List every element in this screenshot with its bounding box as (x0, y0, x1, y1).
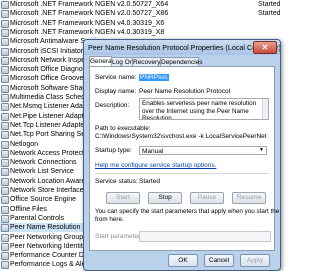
startup-type-value: Manual (142, 148, 164, 155)
service-name: Network List Service (10, 168, 74, 176)
gear-icon (1, 261, 9, 270)
start-button[interactable]: Start (106, 192, 140, 204)
description-box[interactable]: Enables serverless peer name resolution … (139, 98, 269, 120)
gear-icon (1, 252, 9, 261)
start-params-help-line1: You can specify the start parameters tha… (95, 208, 281, 215)
gear-icon (1, 214, 9, 223)
stop-button[interactable]: Stop (148, 192, 182, 204)
service-name: Offline Files (10, 205, 47, 213)
service-name: Office Source Engine (10, 196, 77, 204)
start-params-help: You can specify the start parameters tha… (95, 208, 281, 223)
start-params-help-line2: from here. (95, 215, 124, 223)
gear-icon (1, 19, 9, 28)
service-status: Started (258, 1, 280, 8)
service-name-label: Service name: (95, 74, 137, 81)
description-scrollbar[interactable] (262, 99, 268, 119)
apply-button[interactable]: Apply (240, 254, 270, 267)
service-name: Multimedia Class Schedule (10, 94, 95, 101)
service-name: Network Connections (10, 159, 77, 167)
service-name: Peer Networking Grouping (10, 233, 93, 241)
service-name: Microsoft .NET Framework NGEN v4.0.30319… (10, 19, 165, 27)
service-status: Started (258, 10, 280, 18)
gear-icon (1, 177, 9, 186)
service-row[interactable]: Microsoft .NET Framework NGEN v2.0.50727… (0, 9, 280, 19)
dialog-titlebar[interactable]: Peer Name Resolution Protocol Properties… (84, 40, 280, 55)
display-name-label: Display name: (95, 88, 137, 95)
ok-button[interactable]: OK (168, 254, 198, 267)
service-name: Microsoft Office Diagnostic (10, 66, 94, 74)
service-row[interactable]: Microsoft .NET Framework NGEN v2.0.50727… (0, 0, 280, 9)
gear-icon (1, 56, 9, 65)
gear-icon (1, 196, 9, 205)
service-name: Net.Pipe Listener Adapter (10, 112, 90, 120)
gear-icon (1, 47, 9, 56)
gear-icon (1, 10, 9, 19)
gear-icon (1, 205, 9, 214)
gear-icon (1, 224, 9, 233)
chevron-down-icon: ▼ (259, 147, 264, 153)
gear-icon (1, 75, 9, 84)
service-row[interactable]: Microsoft .NET Framework NGEN v4.0.30319… (0, 19, 280, 28)
close-button[interactable]: ✕ (253, 41, 277, 54)
gear-icon (1, 187, 9, 195)
cancel-button[interactable]: Cancel (204, 254, 234, 267)
gear-icon (1, 233, 9, 242)
gear-icon (1, 38, 9, 47)
service-name-text: PNRPsvc (139, 74, 169, 81)
service-status-value: Started (139, 178, 160, 185)
service-name: Microsoft .NET Framework NGEN v2.0.50727… (10, 1, 169, 8)
gear-icon (1, 94, 9, 102)
display-name-value: Peer Name Resolution Protocol (139, 88, 231, 95)
dialog-title: Peer Name Resolution Protocol Properties… (88, 43, 281, 52)
service-name: Net.Tcp Listener Adapter (10, 121, 87, 129)
service-properties-dialog: Peer Name Resolution Protocol Properties… (83, 39, 281, 271)
path-label: Path to executable: (95, 125, 151, 132)
gear-icon (1, 28, 9, 37)
gear-icon (1, 159, 9, 168)
gear-icon (1, 140, 9, 149)
separator (95, 173, 269, 174)
gear-icon (1, 242, 9, 251)
gear-icon (1, 1, 9, 9)
path-value: C:\Windows\System32\svchost.exe -k Local… (95, 133, 267, 140)
general-panel: Service name: PNRPsvc Display name: Peer… (89, 66, 281, 251)
gear-icon (1, 149, 9, 158)
description-label: Description: (95, 102, 130, 109)
service-name: Parental Controls (10, 214, 65, 222)
help-configure-link[interactable]: Help me configure service startup option… (95, 162, 216, 169)
resume-button[interactable]: Resume (232, 192, 266, 204)
start-params-label: Start parameters: (95, 233, 146, 240)
gear-icon (1, 168, 9, 177)
description-text: Enables serverless peer name resolution … (142, 100, 257, 120)
service-status-label: Service status: (95, 178, 138, 185)
service-row[interactable]: Microsoft .NET Framework NGEN v4.0.30319… (0, 28, 280, 37)
gear-icon (1, 112, 9, 121)
gear-icon (1, 131, 9, 140)
gear-icon (1, 121, 9, 130)
gear-icon (1, 103, 9, 112)
service-name-value[interactable]: PNRPsvc (139, 74, 169, 81)
startup-type-label: Startup type: (95, 147, 132, 154)
pause-button[interactable]: Pause (190, 192, 224, 204)
gear-icon (1, 84, 9, 93)
service-name: Netlogon (10, 140, 39, 148)
service-name: Performance Logs & Alerts (10, 261, 94, 269)
service-name: Microsoft .NET Framework NGEN v2.0.50727… (10, 10, 169, 18)
gear-icon (1, 66, 9, 75)
service-name: Microsoft .NET Framework NGEN v4.0.30319… (10, 28, 165, 36)
startup-type-select[interactable]: Manual ▼ (139, 146, 267, 155)
start-params-input[interactable] (139, 231, 271, 242)
